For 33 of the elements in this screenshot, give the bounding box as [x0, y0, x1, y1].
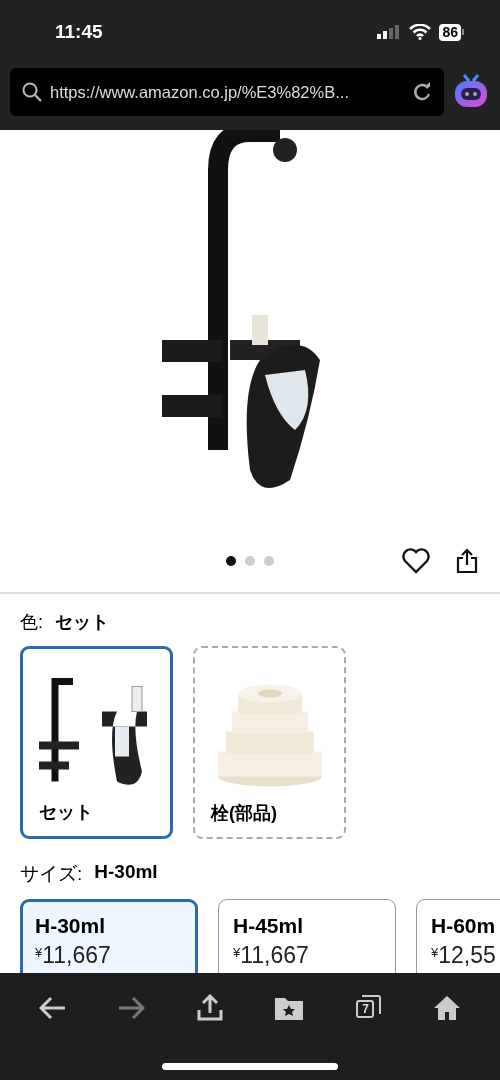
size-name: H-45ml [233, 914, 305, 938]
color-option[interactable]: 栓(部品) [193, 646, 346, 839]
option-label: セット [38, 801, 93, 824]
home-icon[interactable] [432, 995, 461, 1021]
share-icon[interactable] [195, 994, 224, 1022]
wifi-icon [409, 24, 432, 40]
carousel-dot[interactable] [264, 556, 274, 566]
heart-icon[interactable] [402, 548, 430, 574]
size-name: H-30ml [35, 914, 107, 938]
signal-icon [377, 25, 402, 39]
color-option[interactable]: セット [20, 646, 173, 839]
search-icon [22, 82, 42, 102]
size-price: $^{¥}$11,667 [35, 942, 112, 969]
tab-count-button[interactable]: 7 [354, 994, 383, 1022]
size-price: $^{¥}$11,667 [233, 942, 310, 969]
size-name: H-60m [431, 914, 497, 938]
size-price: $^{¥}$12,55 [431, 942, 497, 969]
selected-size-value: H-30ml [94, 861, 158, 884]
star-folder-icon[interactable] [274, 995, 305, 1021]
color-label: 色: [20, 611, 43, 634]
carousel-dot[interactable] [226, 556, 236, 566]
option-label: 栓(部品) [209, 802, 277, 825]
carousel-dot[interactable] [245, 556, 255, 566]
size-label: サイズ: [20, 862, 83, 886]
selected-color-value: セット [55, 611, 109, 634]
battery-level: 86 [439, 23, 461, 41]
share-icon[interactable] [456, 548, 478, 574]
url-text: https://www.amazon.co.jp/%E3%82%B... [50, 82, 350, 102]
back-arrow-icon[interactable] [39, 996, 68, 1020]
clock-time: 11:45 [55, 21, 104, 43]
size-option[interactable]: H-30ml $^{¥}$11,667 [20, 899, 198, 973]
reload-icon[interactable] [412, 82, 432, 102]
address-field[interactable]: https://www.amazon.co.jp/%E3%82%B... [10, 68, 444, 116]
